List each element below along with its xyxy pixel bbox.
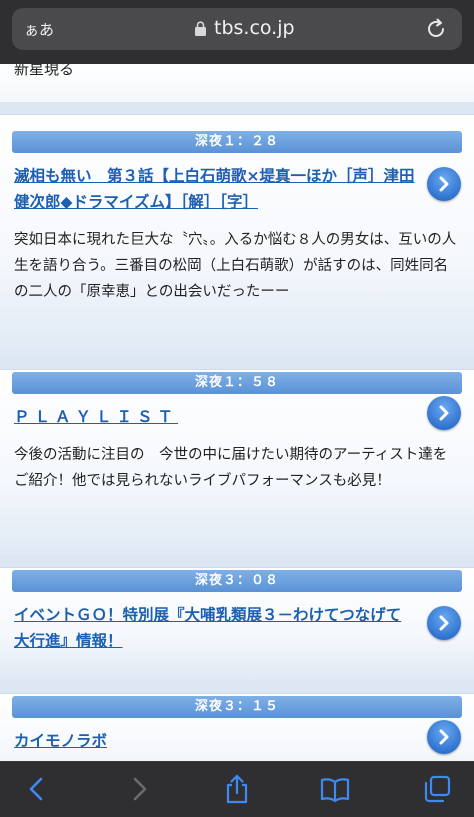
chevron-right-circle-icon[interactable] bbox=[427, 167, 461, 201]
text-size-button[interactable]: ぁあ bbox=[24, 19, 54, 40]
program-item: 深夜１：５８ ＰＬＡＹＬＩＳＴ 今後の活動に注目の 今世の中に届けたい期待のアー… bbox=[0, 369, 474, 555]
chevron-right-circle-icon[interactable] bbox=[427, 720, 461, 754]
tabs-icon[interactable] bbox=[422, 774, 452, 804]
program-title-link[interactable]: カイモノラボ bbox=[14, 728, 416, 754]
time-label: 深夜３：０８ bbox=[12, 570, 462, 592]
share-icon[interactable] bbox=[222, 774, 252, 804]
time-label: 深夜１：５８ bbox=[12, 372, 462, 394]
program-description: 今後の活動に注目の 今世の中に届けたい期待のアーティスト達をご紹介！他では見られ… bbox=[14, 447, 448, 489]
program-item: 深夜３：１５ カイモノラボ bbox=[0, 693, 474, 761]
reload-icon[interactable] bbox=[424, 17, 448, 41]
chevron-right-circle-icon[interactable] bbox=[427, 606, 461, 640]
bookmarks-icon[interactable] bbox=[320, 774, 350, 804]
back-icon[interactable] bbox=[22, 774, 52, 804]
browser-address-bar: ぁあ tbs.co.jp bbox=[0, 0, 474, 64]
chevron-right-circle-icon[interactable] bbox=[427, 396, 461, 430]
program-title-link[interactable]: ＰＬＡＹＬＩＳＴ bbox=[14, 404, 416, 430]
browser-toolbar bbox=[0, 761, 474, 817]
lock-icon bbox=[195, 21, 206, 36]
time-label: 深夜３：１５ bbox=[12, 696, 462, 718]
section-divider bbox=[0, 681, 474, 693]
partial-description: 新星現る bbox=[0, 64, 474, 102]
program-listing: 新星現る 深夜１：２８ 滅相も無い 第３話【上白石萌歌×堤真一ほか［声］津田健次… bbox=[0, 64, 474, 761]
section-divider bbox=[0, 357, 474, 369]
program-title-link[interactable]: 滅相も無い 第３話【上白石萌歌×堤真一ほか［声］津田健次郎◆ドラマイズム】［解］… bbox=[14, 163, 416, 215]
section-divider bbox=[0, 555, 474, 567]
time-label: 深夜１：２８ bbox=[12, 131, 462, 153]
program-description: 突如日本に現れた巨大な〝穴〟。入るか悩む８人の男女は、互いの人生を語り合う。三番… bbox=[14, 232, 457, 300]
program-item: 深夜１：２８ 滅相も無い 第３話【上白石萌歌×堤真一ほか［声］津田健次郎◆ドラマ… bbox=[0, 114, 474, 357]
url-field[interactable]: ぁあ tbs.co.jp bbox=[12, 8, 462, 50]
program-item: 深夜３：０８ イベントＧＯ！特別展『大哺乳類展３－わけてつなげて大行進』情報！ bbox=[0, 567, 474, 681]
section-divider bbox=[0, 102, 474, 114]
program-title-link[interactable]: イベントＧＯ！特別展『大哺乳類展３－わけてつなげて大行進』情報！ bbox=[14, 602, 416, 654]
url-text: tbs.co.jp bbox=[214, 17, 295, 39]
partial-text: 新星現る bbox=[14, 64, 75, 78]
forward-icon bbox=[133, 777, 147, 801]
